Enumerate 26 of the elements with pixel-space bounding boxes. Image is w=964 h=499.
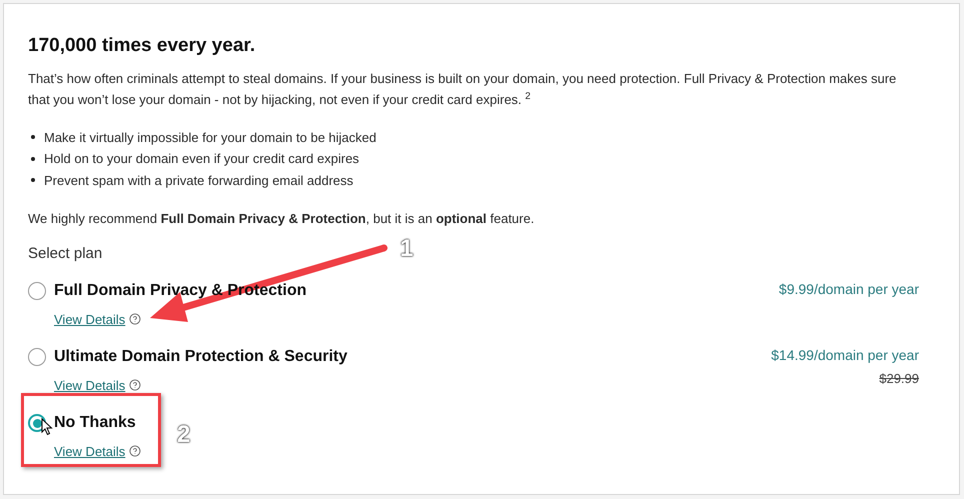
- help-icon: [129, 445, 142, 457]
- bullet-text: Hold on to your domain even if your credit card expires: [44, 150, 360, 168]
- bullet-icon: [31, 178, 35, 182]
- intro-paragraph: That’s how often criminals attempt to steal domains. If your business is built on your domain, you need protection. Full Privacy & Protection makes sure that you won’t lose your domain - not by hijacking, not even if your credit card expires. $^{2}$: [28, 70, 898, 109]
- cursor-icon: [41, 418, 53, 436]
- recommendation-text: We highly recommend Full Domain Privacy & Protection, but it is an optional feature.: [28, 210, 536, 228]
- select-plan-label: Select plan: [28, 244, 102, 264]
- bullet-icon: [31, 156, 35, 161]
- view-details-link[interactable]: View Details: [54, 442, 142, 462]
- view-details-link[interactable]: View Details: [54, 376, 142, 396]
- plan-name: No Thanks: [54, 413, 136, 433]
- view-details-link[interactable]: View Details: [54, 310, 142, 330]
- bullet-icon: [31, 135, 35, 140]
- radio-button[interactable]: [28, 282, 46, 300]
- bullet-text: Make it virtually impossible for your domain to be hijacked: [44, 128, 376, 147]
- heading: 170,000 times every year.: [28, 34, 256, 58]
- annotation-number: 2: [177, 420, 190, 450]
- help-icon: [129, 313, 142, 325]
- plan-name: Ultimate Domain Protection & Security: [54, 347, 348, 367]
- help-icon: [129, 379, 142, 391]
- plan-price: $14.99/domain per year: [771, 346, 919, 365]
- annotation-number: 1: [400, 234, 414, 264]
- plan-price: $9.99/domain per year: [778, 280, 919, 299]
- radio-button[interactable]: [28, 348, 46, 366]
- bullet-text: Prevent spam with a private forwarding email address: [44, 172, 354, 190]
- old-price: $29.99: [879, 370, 919, 388]
